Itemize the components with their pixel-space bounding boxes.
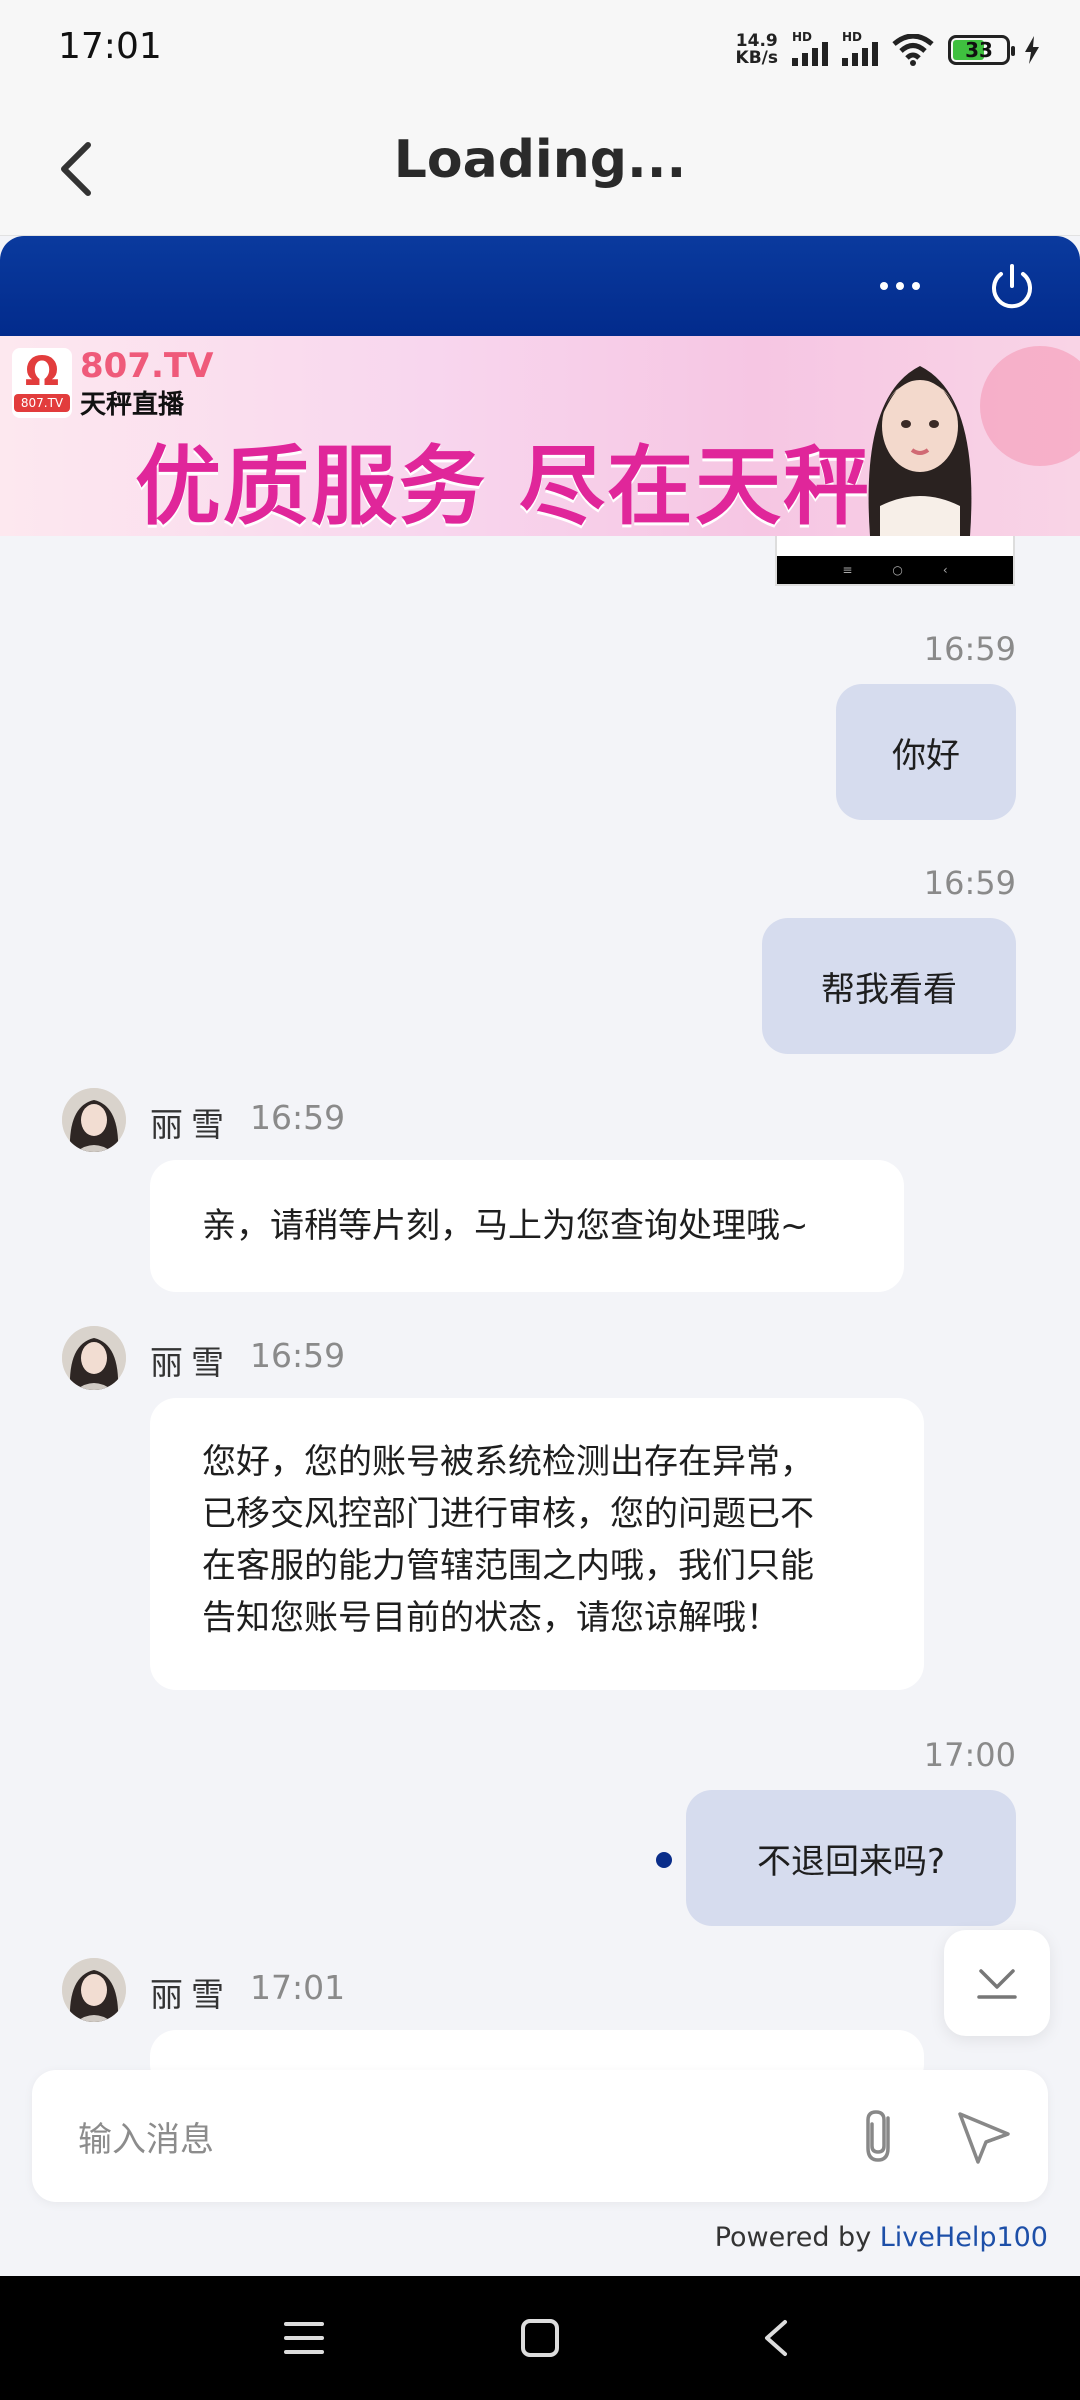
message-time: 17:01 <box>250 1968 346 2007</box>
agent-avatar[interactable] <box>62 1088 126 1152</box>
back-arrow-icon <box>765 2320 787 2356</box>
status-icons: 14.9 KB/s HD HD 33 <box>736 28 1040 72</box>
agent-avatar[interactable] <box>62 1326 126 1390</box>
cell-signal-icon: HD <box>792 30 828 66</box>
message-line: 您好，您的账号被系统检测出存在异常， <box>202 1442 814 1482</box>
chat-toolbar <box>0 236 1080 336</box>
message-input[interactable]: 输入消息 <box>78 2112 214 2161</box>
message-bubble-agent[interactable]: 亲，请稍等片刻，马上为您查询处理哦~ <box>150 1160 904 1292</box>
livehelp-link[interactable]: LiveHelp100 <box>880 2222 1048 2253</box>
recent-apps-button[interactable] <box>274 2308 334 2368</box>
banner-slogan: 优质服务 尽在天秤 <box>135 437 871 536</box>
message-line: 告知您账号目前的状态，请您谅解哦！ <box>202 1598 780 1638</box>
message-time: 17:00 <box>923 1736 1016 1774</box>
message-bubble-agent[interactable]: 您好，您的账号被系统检测出存在异常， 已移交风控部门进行审核，您的问题已不 在客… <box>150 1398 924 1690</box>
banner-site: 807.TV <box>80 346 214 386</box>
agent-name: 丽雪 <box>150 1343 232 1382</box>
omega-logo-icon: Ω <box>24 349 59 395</box>
chevron-down-icon <box>977 1969 1017 1999</box>
unread-indicator <box>656 1852 672 1868</box>
message-time: 16:59 <box>250 1098 346 1137</box>
scroll-to-bottom-button[interactable] <box>944 1930 1050 2036</box>
cell-signal-icon-2: HD <box>842 30 878 66</box>
app-header: Loading... <box>0 100 1080 236</box>
powered-by: Powered by LiveHelp100 <box>714 2222 1048 2253</box>
more-options-button[interactable] <box>870 266 930 306</box>
charging-icon <box>1025 36 1039 64</box>
message-bubble-user[interactable]: 你好 <box>836 684 1016 820</box>
agent-name: 丽雪 <box>150 1105 232 1144</box>
message-time: 16:59 <box>250 1336 346 1375</box>
square-home-icon <box>521 2319 559 2357</box>
message-text: 帮我看看 <box>821 969 957 1010</box>
message-time: 16:59 <box>923 864 1016 902</box>
message-text: 你好 <box>892 735 960 776</box>
model-photo <box>868 366 972 536</box>
battery-icon: 33 <box>948 35 1015 65</box>
status-time: 17:01 <box>58 26 162 67</box>
message-bubble-user[interactable]: 不退回来吗? <box>686 1790 1016 1926</box>
system-back-button[interactable] <box>746 2308 806 2368</box>
net-speed: 14.9 KB/s <box>735 31 778 68</box>
power-icon[interactable] <box>984 258 1040 314</box>
menu-icon <box>284 2322 324 2354</box>
image-message-remnant[interactable]: ≡ ○ ‹ <box>775 536 1015 586</box>
agent-avatar[interactable] <box>62 1958 126 2022</box>
message-bubble-user[interactable]: 帮我看看 <box>762 918 1016 1054</box>
page-title: Loading... <box>393 130 687 190</box>
wifi-icon <box>892 34 934 66</box>
message-composer: 输入消息 <box>32 2070 1048 2202</box>
message-time: 16:59 <box>923 630 1016 668</box>
message-text: 亲，请稍等片刻，马上为您查询处理哦~ <box>202 1206 809 1246</box>
home-button[interactable] <box>510 2308 570 2368</box>
send-icon[interactable] <box>952 2104 1016 2168</box>
message-line: 在客服的能力管辖范围之内哦，我们只能 <box>202 1546 814 1586</box>
paperclip-icon[interactable] <box>852 2104 908 2168</box>
message-line: 已移交风控部门进行审核，您的问题已不 <box>202 1494 814 1534</box>
promo-banner[interactable]: Ω 807.TV 807.TV 天秤直播 优质服务 尽在天秤 <box>0 336 1080 536</box>
agent-name: 丽雪 <box>150 1975 232 2014</box>
system-navigation-bar <box>0 2276 1080 2400</box>
more-dots-icon <box>880 282 888 290</box>
message-text: 不退回来吗? <box>756 1841 946 1882</box>
status-bar: 17:01 14.9 KB/s HD HD 33 <box>0 0 1080 100</box>
logo-caption: 807.TV <box>14 394 70 412</box>
